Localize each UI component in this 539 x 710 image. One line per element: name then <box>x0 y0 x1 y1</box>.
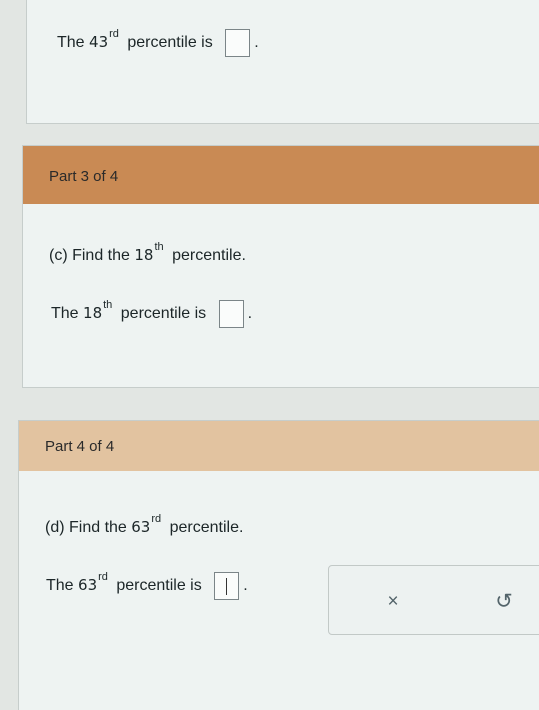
clear-icon[interactable]: × <box>373 584 413 620</box>
answer-input-43rd[interactable] <box>225 28 251 57</box>
question-text: percentile. <box>172 247 246 264</box>
percentile-number: 63 <box>78 576 98 594</box>
part-4-header: Part 4 of 4 <box>19 421 539 471</box>
ordinal-suffix: th <box>103 299 113 311</box>
answer-period: . <box>247 305 253 322</box>
question-prefix: (d) Find the <box>45 519 127 536</box>
answer-prefix: The <box>57 34 85 51</box>
percentile-number: 63 <box>131 518 151 536</box>
part-3-card: Part 3 of 4 (c) Find the 18th percentile… <box>22 145 539 388</box>
text-cursor <box>226 577 228 595</box>
answer-period: . <box>243 577 248 594</box>
part-2-answer-line: The 43rd percentile is . <box>57 28 259 57</box>
part-3-question: (c) Find the 18th percentile. <box>49 241 246 265</box>
part-3-header: Part 3 of 4 <box>23 146 539 204</box>
answer-period: . <box>254 34 259 51</box>
ordinal-suffix: rd <box>151 513 162 525</box>
part-3-answer-line: The 18th percentile is . <box>51 299 252 328</box>
answer-input-63rd[interactable] <box>214 571 240 600</box>
percentile-number: 43 <box>89 33 109 51</box>
answer-text: percentile is <box>120 305 207 322</box>
part-3-label: Part 3 of 4 <box>49 168 119 185</box>
part-4-label: Part 4 of 4 <box>45 438 115 455</box>
part-4-answer-line: The 63rd percentile is . <box>46 571 248 600</box>
answer-action-panel: × ↺ <box>328 565 539 635</box>
ordinal-suffix: th <box>154 241 164 253</box>
part-4-question: (d) Find the 63rd percentile. <box>45 513 243 537</box>
answer-input-18th[interactable] <box>218 299 244 328</box>
answer-prefix: The <box>46 577 74 594</box>
question-text: percentile. <box>169 519 244 536</box>
question-prefix: (c) Find the <box>49 247 130 264</box>
ordinal-suffix: rd <box>98 571 108 583</box>
answer-prefix: The <box>51 305 79 322</box>
answer-text: percentile is <box>116 577 202 594</box>
ordinal-suffix: rd <box>109 28 119 40</box>
answer-text: percentile is <box>127 34 213 51</box>
part-2-card: The 43rd percentile is . <box>26 0 539 124</box>
percentile-number: 18 <box>83 304 103 322</box>
percentile-number: 18 <box>134 246 154 264</box>
undo-icon[interactable]: ↺ <box>484 584 524 620</box>
